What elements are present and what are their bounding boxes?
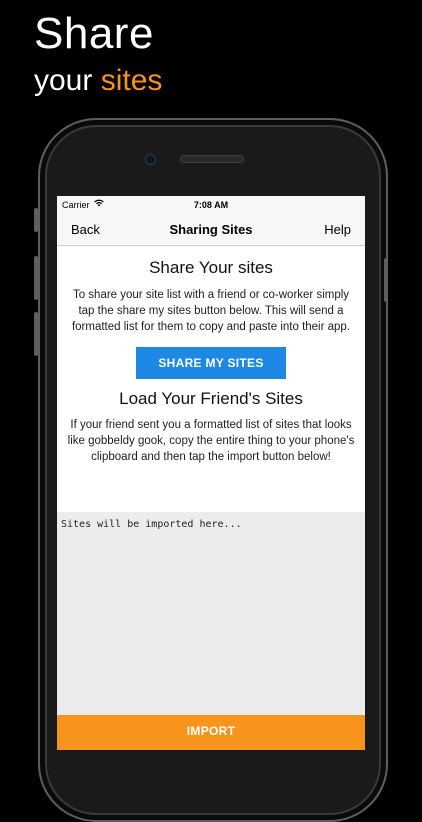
headline-subtitle-prefix: your <box>34 64 93 97</box>
share-description: To share your site list with a friend or… <box>71 289 351 333</box>
phone-volume-up <box>34 256 38 300</box>
import-sites-input[interactable] <box>57 512 365 715</box>
sharing-content: Share Your sites To share your site list… <box>57 246 365 512</box>
phone-volume-down <box>34 312 38 356</box>
load-description: If your friend sent you a formatted list… <box>67 419 355 463</box>
promo-headline: Share your sites <box>34 8 162 100</box>
app-screen: Carrier 7:08 AM Back Sharing Sites Help … <box>57 196 365 750</box>
load-heading: Load Your Friend's Sites <box>119 389 303 408</box>
speaker-grille <box>180 155 244 163</box>
navigation-bar: Back Sharing Sites Help <box>57 214 365 246</box>
phone-power-button <box>384 258 388 302</box>
status-bar: Carrier 7:08 AM <box>57 196 365 214</box>
headline-title: Share <box>34 9 154 58</box>
headline-subtitle-accent: sites <box>100 64 163 97</box>
camera-icon <box>145 154 156 165</box>
nav-title: Sharing Sites <box>169 222 253 237</box>
import-button[interactable]: IMPORT <box>57 715 365 750</box>
import-text-area <box>57 512 365 715</box>
help-button[interactable]: Help <box>324 222 351 237</box>
status-time: 7:08 AM <box>193 200 229 210</box>
share-my-sites-button[interactable]: SHARE MY SITES <box>136 347 286 379</box>
headline-subtitle: your sites <box>34 62 162 100</box>
share-heading: Share Your sites <box>149 258 273 277</box>
phone-silent-switch <box>34 208 38 232</box>
